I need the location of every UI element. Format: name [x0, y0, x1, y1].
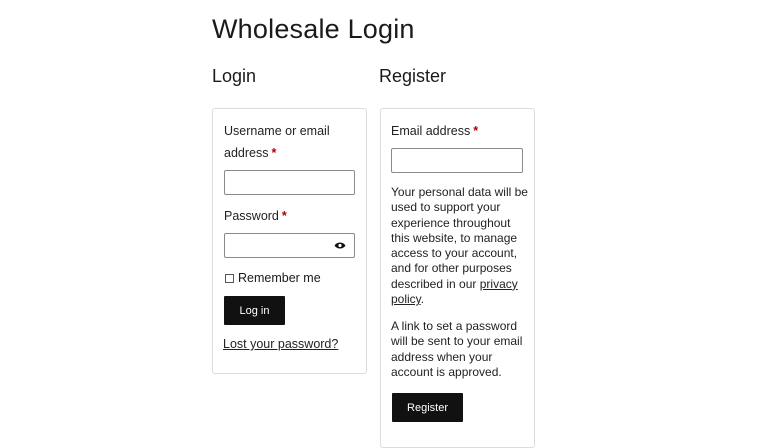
- privacy-text: Your personal data will be used to suppo…: [391, 185, 528, 291]
- login-form: Username or email address * Password * Rem…: [212, 108, 367, 374]
- email-label: Email address *: [391, 120, 478, 142]
- password-input[interactable]: [224, 233, 355, 258]
- page-title: Wholesale Login: [212, 14, 415, 44]
- remember-me[interactable]: Remember me: [225, 271, 321, 285]
- remember-label: Remember me: [238, 271, 321, 285]
- register-form: Email address * Your personal data will b…: [380, 108, 535, 448]
- lost-password-link[interactable]: Lost your password?: [223, 337, 338, 351]
- email-input[interactable]: [391, 148, 523, 173]
- required-mark: *: [271, 146, 277, 160]
- required-mark: *: [281, 209, 287, 223]
- register-button[interactable]: Register: [392, 393, 463, 422]
- username-label-text: Username or email address: [224, 124, 330, 160]
- login-heading: Login: [212, 66, 257, 86]
- password-note: A link to set a password will be sent to…: [391, 319, 523, 379]
- eye-icon[interactable]: [334, 241, 346, 250]
- privacy-suffix: .: [420, 292, 425, 307]
- register-heading: Register: [379, 66, 447, 86]
- password-label-text: Password: [224, 209, 279, 223]
- login-button[interactable]: Log in: [224, 296, 285, 325]
- password-label: Password *: [224, 205, 287, 227]
- privacy-notice: Your personal data will be used to suppo…: [391, 185, 529, 307]
- remember-checkbox[interactable]: [225, 273, 234, 283]
- username-input[interactable]: [224, 170, 355, 195]
- email-label-text: Email address: [391, 124, 471, 138]
- username-label: Username or email address *: [224, 120, 334, 164]
- required-mark: *: [473, 124, 479, 138]
